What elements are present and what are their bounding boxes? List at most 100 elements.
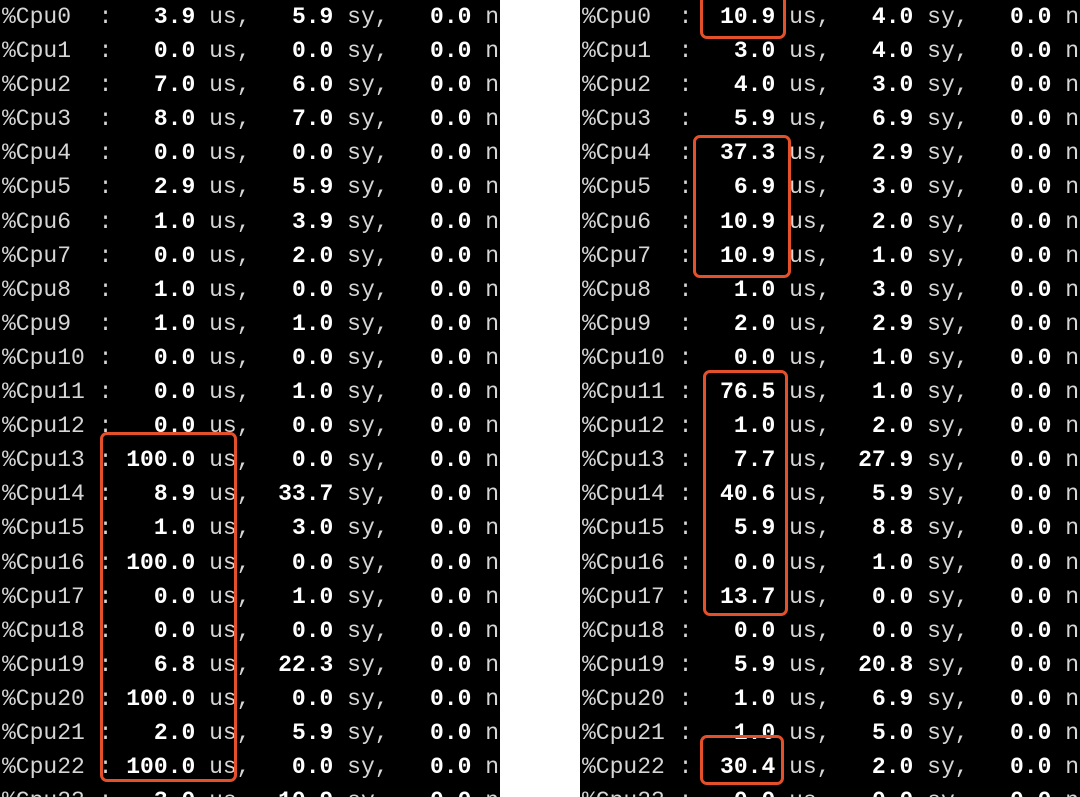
cpu-row: %Cpu9 : 1.0 us, 1.0 sy, 0.0 ni, [2, 307, 500, 341]
unit-label: us, [789, 719, 831, 746]
cpu-row: %Cpu0 : 3.9 us, 5.9 sy, 0.0 ni, [2, 0, 500, 34]
cpu-ni-value: 0.0 [430, 106, 472, 133]
unit-label: sy, [347, 549, 389, 576]
cpu-sy-value: 6.9 [871, 106, 914, 133]
cpu-label: %Cpu14 [2, 481, 85, 508]
cpu-ni-value: 0.0 [430, 38, 472, 65]
unit-label: sy, [347, 685, 389, 712]
cpu-row: %Cpu20 : 1.0 us, 6.9 sy, 0.0 ni, [582, 682, 1080, 716]
cpu-sy-value: 2.0 [291, 242, 334, 269]
cpu-row: %Cpu11 : 76.5 us, 1.0 sy, 0.0 ni, [582, 375, 1080, 409]
unit-label: sy, [347, 719, 389, 746]
cpu-ni-value: 0.0 [1010, 344, 1052, 371]
cpu-ni-value: 0.0 [430, 447, 472, 474]
unit-label: us, [789, 788, 830, 797]
cpu-sy-value: 2.0 [871, 413, 914, 440]
cpu-row: %Cpu23 : 3.0 us, 10.9 sy, 0.0 ni, [2, 784, 500, 797]
unit-label: us, [789, 651, 831, 678]
cpu-sy-value: 0.0 [291, 685, 334, 712]
cpu-us-value: 5.9 [733, 651, 776, 678]
unit-label: sy, [347, 583, 389, 610]
cpu-label: %Cpu21 [582, 719, 665, 746]
cpu-label: %Cpu20 [582, 685, 665, 712]
unit-label: ni, [1065, 174, 1080, 201]
cpu-sy-value: 4.0 [871, 4, 914, 30]
cpu-sy-value: 6.0 [291, 72, 334, 99]
cpu-sy-value: 5.9 [291, 4, 334, 30]
cpu-row: %Cpu9 : 2.0 us, 2.9 sy, 0.0 ni, [582, 307, 1080, 341]
cpu-row: %Cpu13 : 100.0 us, 0.0 sy, 0.0 ni, [2, 443, 500, 477]
unit-label: sy, [347, 242, 389, 269]
cpu-label: %Cpu6 [2, 208, 72, 235]
cpu-label: %Cpu4 [582, 140, 652, 167]
unit-label: ni, [485, 242, 500, 269]
highlight-box [703, 370, 788, 616]
cpu-ni-value: 0.0 [430, 310, 472, 337]
cpu-ni-value: 0.0 [1010, 106, 1052, 133]
cpu-us-value: 1.0 [153, 276, 196, 303]
cpu-ni-value: 0.0 [1010, 242, 1052, 269]
unit-label: sy, [927, 4, 969, 30]
cpu-us-value: 1.0 [733, 685, 776, 712]
cpu-label: %Cpu3 [582, 106, 652, 133]
unit-label: sy, [927, 617, 969, 644]
unit-label: us, [789, 106, 831, 133]
unit-label: us, [209, 106, 251, 133]
cpu-us-value: 0.0 [153, 140, 196, 167]
unit-label: sy, [347, 379, 389, 406]
cpu-us-value: 3.0 [733, 38, 776, 65]
cpu-ni-value: 0.0 [1010, 583, 1052, 610]
cpu-ni-value: 0.0 [430, 515, 472, 542]
highlight-box [693, 135, 791, 278]
cpu-sy-value: 0.0 [291, 276, 334, 303]
unit-label: sy, [927, 685, 969, 712]
cpu-row: %Cpu23 : 0.0 us, 0.0 sy, 0.0 ni, [582, 784, 1080, 797]
cpu-ni-value: 0.0 [430, 617, 472, 644]
cpu-label: %Cpu11 [2, 379, 85, 406]
cpu-row: %Cpu21 : 2.0 us, 5.9 sy, 0.0 ni, [2, 716, 500, 750]
cpu-label: %Cpu2 [582, 72, 652, 99]
cpu-row: %Cpu16 : 100.0 us, 0.0 sy, 0.0 ni, [2, 546, 500, 580]
cpu-row: %Cpu1 : 3.0 us, 4.0 sy, 0.0 ni, [582, 34, 1080, 68]
cpu-sy-value: 0.0 [872, 788, 913, 797]
unit-label: sy, [927, 276, 969, 303]
cpu-row: %Cpu15 : 1.0 us, 3.0 sy, 0.0 ni, [2, 511, 500, 545]
cpu-sy-value: 0.0 [291, 617, 334, 644]
unit-label: us, [209, 140, 251, 167]
cpu-ni-value: 0.0 [430, 788, 471, 797]
unit-label: us, [209, 38, 251, 65]
cpu-label: %Cpu23 [582, 788, 665, 797]
cpu-sy-value: 1.0 [291, 379, 334, 406]
cpu-label: %Cpu23 [2, 788, 85, 797]
cpu-sy-value: 20.8 [858, 651, 914, 678]
cpu-row: %Cpu12 : 1.0 us, 2.0 sy, 0.0 ni, [582, 409, 1080, 443]
cpu-label: %Cpu8 [582, 276, 652, 303]
cpu-us-value: 0.0 [153, 38, 196, 65]
unit-label: ni, [485, 106, 500, 133]
cpu-sy-value: 3.0 [871, 276, 914, 303]
unit-label: ni, [1065, 413, 1080, 440]
unit-label: us, [789, 344, 831, 371]
unit-label: ni, [1065, 4, 1080, 30]
unit-label: sy, [927, 344, 969, 371]
cpu-row: %Cpu2 : 7.0 us, 6.0 sy, 0.0 ni, [2, 68, 500, 102]
unit-label: ni, [1065, 208, 1080, 235]
unit-label: us, [789, 242, 831, 269]
cpu-label: %Cpu7 [2, 242, 72, 269]
unit-label: sy, [927, 719, 969, 746]
cpu-us-value: 5.9 [733, 106, 776, 133]
unit-label: ni, [1065, 754, 1080, 781]
unit-label: us, [209, 174, 251, 201]
cpu-sy-value: 10.9 [278, 788, 333, 797]
cpu-label: %Cpu13 [582, 447, 665, 474]
cpu-row: %Cpu17 : 13.7 us, 0.0 sy, 0.0 ni, [582, 580, 1080, 614]
cpu-us-value: 1.0 [153, 208, 196, 235]
cpu-us-value: 0.0 [733, 617, 776, 644]
cpu-us-value: 0.0 [153, 379, 196, 406]
unit-label: sy, [927, 788, 968, 797]
unit-label: us, [789, 481, 831, 508]
unit-label: sy, [927, 140, 969, 167]
unit-label: us, [789, 685, 831, 712]
unit-label: sy, [927, 208, 969, 235]
unit-label: ni, [485, 72, 500, 99]
